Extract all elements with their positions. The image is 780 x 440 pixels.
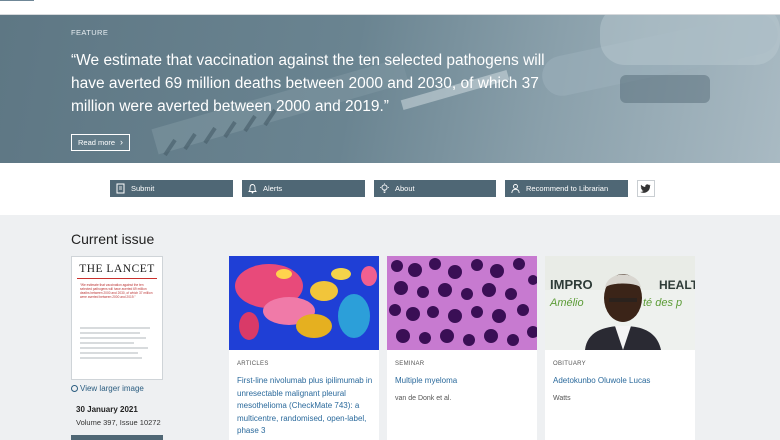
submit-label: Submit bbox=[131, 184, 155, 193]
issue-volume: Volume 397, Issue 10272 bbox=[76, 418, 161, 427]
feature-banner: FEATURE “We estimate that vaccination ag… bbox=[0, 15, 780, 163]
action-bar: Submit Alerts About Recommend to Librari… bbox=[0, 163, 780, 215]
article-card[interactable]: IMPRO HEALT Amélio té des p OBITUARY Ade… bbox=[545, 256, 695, 440]
twitter-button[interactable] bbox=[637, 180, 655, 197]
read-more-label: Read more bbox=[78, 138, 116, 147]
article-authors: Watts bbox=[553, 395, 571, 402]
article-image-mesothelioma bbox=[229, 256, 379, 350]
article-card[interactable]: ARTICLES First-line nivolumab plus ipili… bbox=[229, 256, 379, 440]
view-larger-link[interactable]: View larger image bbox=[71, 384, 144, 393]
cover-text-lines bbox=[80, 327, 154, 362]
view-larger-label: View larger image bbox=[80, 384, 144, 393]
feature-kicker: FEATURE bbox=[71, 28, 109, 37]
cover-action-bar[interactable] bbox=[71, 435, 163, 440]
submit-icon bbox=[116, 183, 125, 194]
photo-text-3: Amélio bbox=[549, 297, 584, 309]
recommend-label: Recommend to Librarian bbox=[526, 184, 609, 193]
article-image-myeloma bbox=[387, 256, 537, 350]
article-type: OBITUARY bbox=[553, 361, 586, 367]
article-title-link[interactable]: First-line nivolumab plus ipilimumab in … bbox=[237, 375, 373, 438]
photo-text-4: té des p bbox=[643, 297, 682, 309]
twitter-icon bbox=[640, 184, 651, 193]
article-card[interactable]: SEMINAR Multiple myeloma van de Donk et … bbox=[387, 256, 537, 440]
article-authors: van de Donk et al. bbox=[395, 395, 452, 402]
site-header bbox=[0, 0, 780, 15]
article-title-link[interactable]: Multiple myeloma bbox=[395, 375, 531, 388]
logo-fragment bbox=[0, 0, 34, 3]
about-button[interactable]: About bbox=[374, 180, 496, 197]
article-type: ARTICLES bbox=[237, 361, 269, 367]
read-more-button[interactable]: Read more › bbox=[71, 134, 130, 151]
cover-brand: THE LANCET bbox=[79, 263, 155, 275]
about-label: About bbox=[395, 184, 415, 193]
alerts-label: Alerts bbox=[263, 184, 283, 193]
article-image-obituary: IMPRO HEALT Amélio té des p bbox=[545, 256, 695, 350]
issue-date: 30 January 2021 bbox=[76, 405, 138, 414]
magnifier-icon bbox=[71, 385, 78, 392]
feature-quote: “We estimate that vaccination against th… bbox=[71, 52, 545, 115]
chevron-right-icon: › bbox=[120, 137, 123, 147]
photo-text-2: HEALT bbox=[659, 278, 695, 292]
cover-divider bbox=[77, 278, 157, 279]
article-type: SEMINAR bbox=[395, 361, 425, 367]
bell-icon bbox=[248, 184, 257, 194]
alerts-button[interactable]: Alerts bbox=[242, 180, 365, 197]
recommend-librarian-button[interactable]: Recommend to Librarian bbox=[505, 180, 628, 197]
article-title-link[interactable]: Adetokunbo Oluwole Lucas bbox=[553, 375, 689, 388]
photo-text-1: IMPRO bbox=[550, 277, 593, 292]
lightbulb-icon bbox=[380, 183, 389, 193]
current-issue-heading: Current issue bbox=[71, 231, 155, 247]
submit-button[interactable]: Submit bbox=[110, 180, 233, 197]
person-icon bbox=[511, 184, 520, 194]
cover-blurb: “We estimate that vaccination against th… bbox=[80, 283, 153, 299]
issue-cover[interactable]: THE LANCET “We estimate that vaccination… bbox=[71, 256, 163, 380]
